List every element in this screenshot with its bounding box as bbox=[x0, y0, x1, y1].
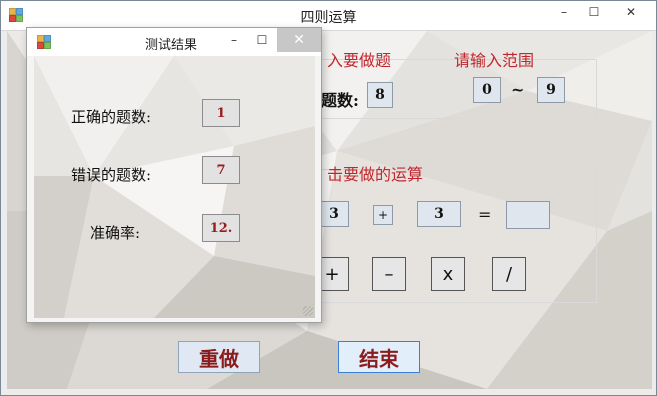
range-separator: ~ bbox=[511, 80, 525, 99]
dialog-maximize-button[interactable]: ☐ bbox=[251, 28, 273, 52]
subtract-button[interactable]: – bbox=[372, 257, 406, 291]
dialog-minimize-button[interactable]: – bbox=[223, 28, 245, 52]
dialog-client: 正确的题数: 1 错误的题数: 7 准确率: 12. bbox=[34, 56, 315, 318]
range-min-input[interactable]: 0 bbox=[473, 77, 501, 103]
correct-count-label: 正确的题数: bbox=[71, 108, 152, 126]
operator-box: + bbox=[373, 205, 393, 225]
dialog-background-image bbox=[34, 56, 315, 318]
equals-sign: = bbox=[478, 205, 492, 224]
dialog-titlebar[interactable]: 测试结果 – ☐ ✕ bbox=[27, 28, 321, 56]
redo-button[interactable]: 重做 bbox=[178, 341, 260, 373]
multiply-button[interactable]: x bbox=[431, 257, 465, 291]
wrong-count-label: 错误的题数: bbox=[71, 166, 152, 184]
operand1-box: 3 bbox=[319, 201, 349, 227]
minimize-button[interactable]: – bbox=[549, 1, 579, 23]
result-dialog: 测试结果 – ☐ ✕ 正确的题数: 1 错误的题数: 7 准确率: 12. bbox=[26, 27, 322, 323]
dialog-close-button[interactable]: ✕ bbox=[277, 28, 321, 52]
divide-button[interactable]: / bbox=[492, 257, 526, 291]
maximize-button[interactable]: ☐ bbox=[579, 1, 609, 23]
dialog-app-icon bbox=[37, 35, 51, 49]
resize-grip[interactable] bbox=[303, 306, 313, 316]
range-heading: 请输入范围 bbox=[454, 51, 535, 70]
operation-heading: 击要做的运算 bbox=[327, 165, 424, 184]
range-max-input[interactable]: 9 bbox=[537, 77, 565, 103]
question-count-label: 题数: bbox=[321, 91, 359, 110]
answer-input[interactable] bbox=[506, 201, 550, 229]
accuracy-value: 12. bbox=[202, 214, 240, 242]
accuracy-label: 准确率: bbox=[90, 224, 141, 242]
end-button[interactable]: 结束 bbox=[338, 341, 420, 373]
dialog-title: 测试结果 bbox=[145, 38, 198, 53]
wrong-count-value: 7 bbox=[202, 156, 240, 184]
operand2-box: 3 bbox=[417, 201, 461, 227]
close-button[interactable]: ✕ bbox=[611, 1, 651, 23]
correct-count-value: 1 bbox=[202, 99, 240, 127]
question-count-input[interactable]: 8 bbox=[367, 82, 393, 108]
question-heading: 入要做题 bbox=[327, 51, 392, 70]
